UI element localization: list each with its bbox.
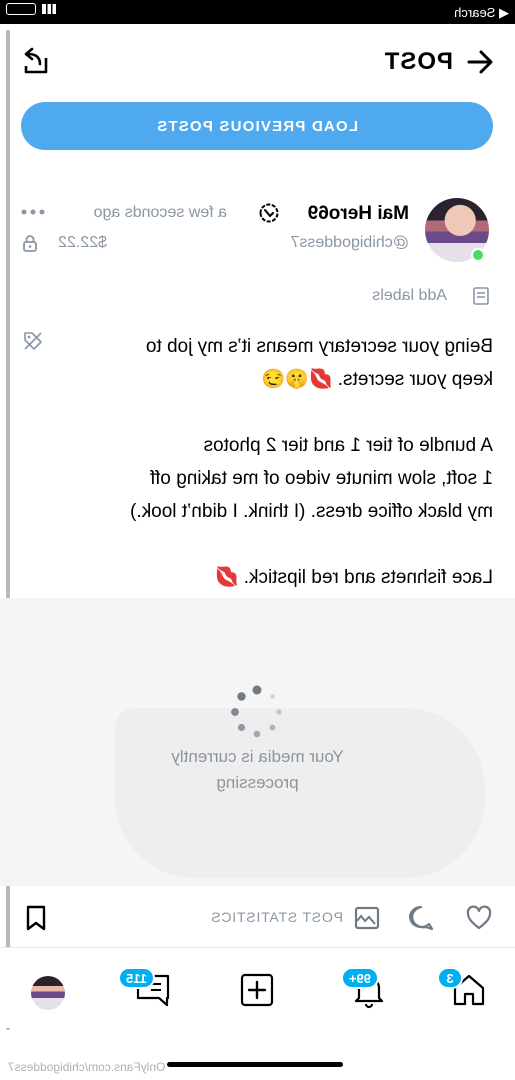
add-labels-link[interactable]: Add labels — [372, 287, 447, 305]
media-placeholder: Your media is currently processing — [0, 598, 515, 886]
author-name[interactable]: Mai Hero69 — [308, 203, 409, 225]
post-statistics-link[interactable]: POST STATISTICS — [210, 909, 343, 925]
labels-icon[interactable] — [471, 286, 491, 306]
online-status-dot — [471, 248, 485, 262]
footer-url: OnlyFans.com/chibigoddess7 — [8, 1060, 166, 1074]
lock-icon — [23, 235, 37, 252]
loading-spinner-icon — [231, 685, 282, 738]
status-back-link[interactable]: ◀ Search — [454, 5, 509, 21]
author-handle[interactable]: @chibigoddess7 — [290, 234, 409, 252]
post-price: $22.22 — [58, 234, 107, 251]
home-indicator — [167, 1062, 343, 1067]
bottom-nav: 3 99+ 115 — [0, 948, 515, 1028]
back-arrow-icon[interactable] — [465, 48, 495, 76]
battery-icon — [6, 3, 36, 15]
mirrored-screen: ◀ Search POST LOAD PREVIOUS POSTS Mai He… — [0, 0, 515, 1080]
like-heart-icon[interactable] — [465, 904, 493, 932]
share-icon[interactable] — [20, 46, 50, 76]
post-actions-bar: POST STATISTICS — [0, 886, 515, 948]
hide-tag-icon[interactable] — [22, 330, 44, 352]
status-icons — [6, 3, 56, 15]
media-processing-text: Your media is currently processing — [171, 747, 344, 792]
profile-avatar[interactable] — [31, 976, 65, 1010]
bookmark-icon[interactable] — [22, 904, 50, 932]
more-options-icon[interactable] — [20, 206, 46, 218]
messages-badge: 115 — [118, 967, 155, 989]
signal-icon — [42, 4, 56, 14]
tip-icon[interactable] — [353, 904, 381, 932]
load-previous-posts-button[interactable]: LOAD PREVIOUS POSTS — [21, 102, 493, 150]
page-title: POST — [383, 48, 453, 75]
notifications-badge: 99+ — [340, 967, 379, 989]
header: POST — [0, 24, 515, 100]
add-post-icon[interactable] — [237, 970, 277, 1010]
post-time: a few seconds ago — [93, 204, 227, 221]
home-badge: 3 — [437, 967, 463, 989]
status-bar: ◀ Search — [0, 0, 515, 24]
comment-icon[interactable] — [407, 904, 435, 932]
verified-icon — [259, 203, 279, 223]
post-body-text: Being your secretary means it’s my job t… — [130, 336, 493, 588]
